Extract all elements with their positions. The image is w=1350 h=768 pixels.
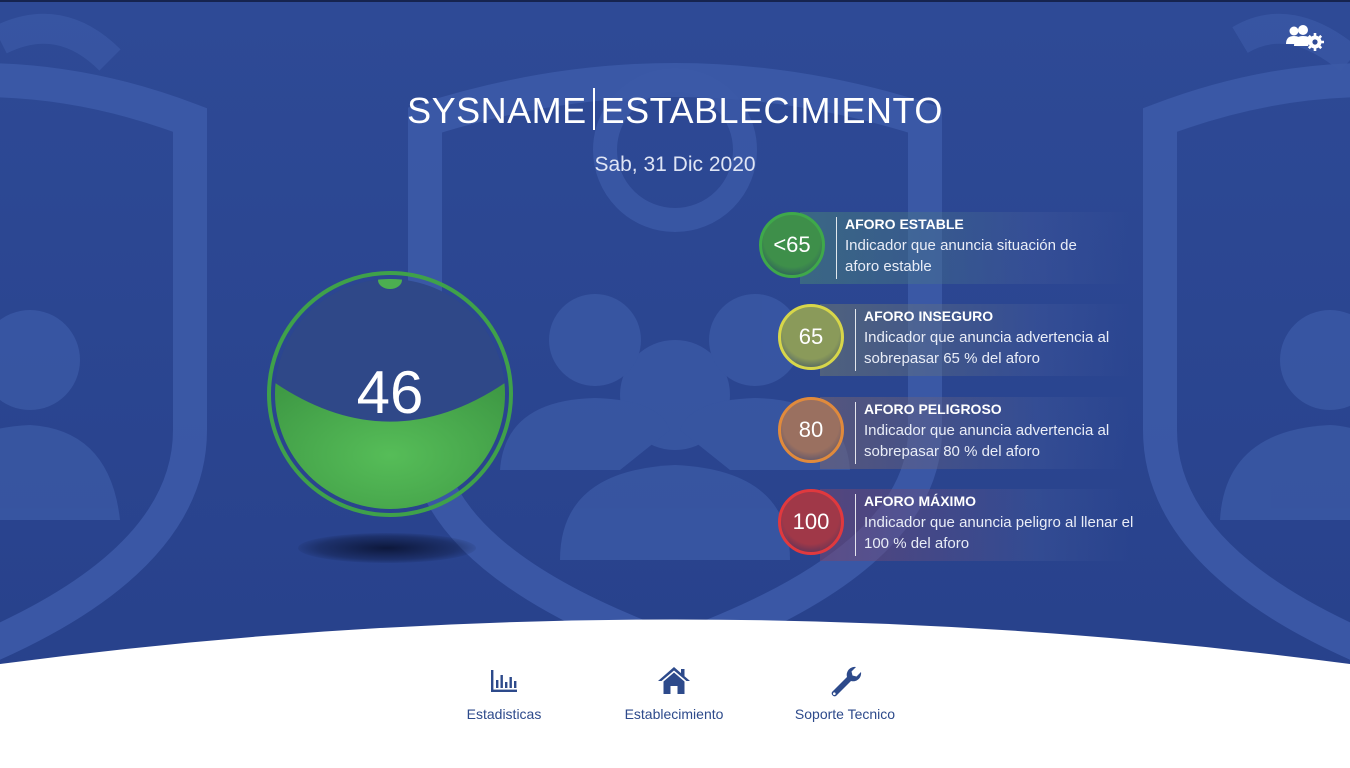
top-border [0, 0, 1350, 2]
level-divider [836, 217, 837, 279]
level-description: Indicador que anuncia advertencia al sob… [864, 422, 1110, 460]
level-title: AFORO MÁXIMO [864, 493, 976, 509]
level-description: Indicador que anuncia peligro al llenar … [864, 514, 1134, 552]
level-badge: <65 [759, 212, 825, 278]
home-icon [658, 667, 690, 694]
level-title: AFORO INSEGURO [864, 308, 994, 324]
level-divider [855, 402, 856, 464]
level-row: 65 AFORO INSEGURO Indicador que anuncia ad… [0, 304, 1350, 378]
level-badge: 65 [778, 304, 844, 370]
wrench-icon [831, 666, 862, 697]
section-name: ESTABLECIMIENTO [600, 90, 943, 131]
level-divider [855, 309, 856, 371]
brand-name: SYSNAME [407, 90, 587, 131]
current-date: Sab, 31 Dic 2020 [594, 153, 756, 176]
level-title: AFORO PELIGROSO [864, 401, 1002, 417]
title-separator [592, 88, 595, 130]
nav-establecimiento[interactable]: Establecimiento [599, 664, 749, 722]
nav-soporte-tecnico[interactable]: Soporte Tecnico [770, 664, 920, 722]
level-row: 80 AFORO PELIGROSO Indicador que anuncia a… [0, 397, 1350, 471]
level-row: 100 AFORO MÁXIMO Indicador que anuncia pel… [0, 489, 1350, 563]
level-description: Indicador que anuncia situación de aforo… [845, 237, 1077, 275]
app-screen: SYSNAME ESTABLECIMIENTO Sab, 31 Dic 2020 … [0, 0, 1350, 768]
level-badge: 100 [778, 489, 844, 555]
level-divider [855, 494, 856, 556]
level-description: Indicador que anuncia advertencia al sob… [864, 329, 1110, 367]
page-title: SYSNAME ESTABLECIMIENTO [0, 88, 1350, 132]
bar-chart-icon [491, 670, 517, 692]
nav-label: Establecimiento [624, 706, 724, 722]
level-title: AFORO ESTABLE [845, 216, 964, 232]
level-badge: 80 [778, 397, 844, 463]
user-settings-icon[interactable] [1286, 24, 1324, 52]
nav-label: Estadisticas [466, 706, 542, 722]
level-row: <65 AFORO ESTABLE Indicador que anuncia si… [0, 212, 1350, 286]
nav-label: Soporte Tecnico [794, 706, 896, 722]
nav-estadisticas[interactable]: Estadisticas [429, 664, 579, 722]
